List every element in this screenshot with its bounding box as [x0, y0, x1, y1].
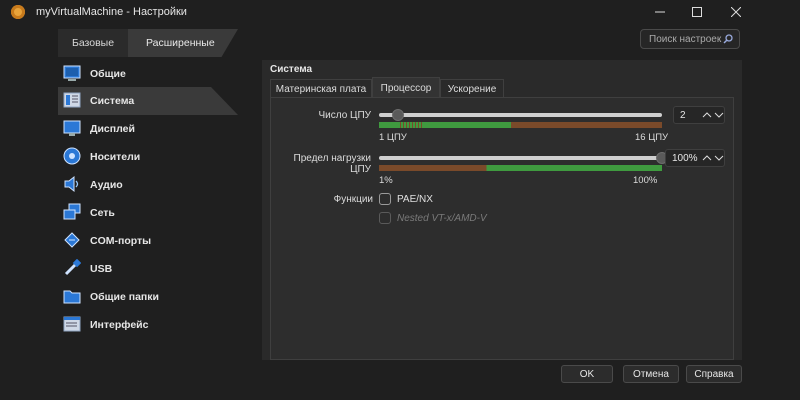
scale-tick [406, 122, 407, 128]
ok-button[interactable]: OK [561, 365, 613, 383]
chevron-down-icon[interactable] [714, 110, 724, 120]
scale-tick [400, 122, 401, 128]
features-label: Функции [333, 194, 373, 205]
scale-tick [391, 122, 392, 128]
cpu-count-slider-thumb[interactable] [391, 109, 404, 121]
execution-cap-slider-track[interactable] [379, 156, 662, 160]
cpu-max-label: 16 ЦПУ [635, 132, 669, 143]
interface-icon [63, 316, 81, 332]
cpu-count-scale [379, 122, 662, 128]
cancel-button[interactable]: Отмена [623, 365, 679, 383]
cpu-count-slider-track[interactable] [379, 113, 662, 117]
sidebar-item-label: Система [90, 95, 135, 107]
tab-acceleration[interactable]: Ускорение [440, 79, 504, 98]
pae-nx-label[interactable]: PAE/NX [397, 194, 433, 205]
pae-nx-checkbox[interactable] [379, 193, 391, 205]
cpu-count-label: Число ЦПУ [318, 110, 371, 121]
cap-max-label: 100% [633, 175, 658, 186]
execution-cap-label: Предел нагрузки ЦПУ [293, 153, 372, 175]
general-icon [63, 65, 81, 81]
search-icon [723, 34, 733, 44]
sidebar-item-label: Носители [90, 151, 141, 163]
scale-tick [385, 122, 386, 128]
scale-tick [397, 122, 398, 128]
maximize-button[interactable] [677, 0, 717, 24]
nested-vtx-label[interactable]: Nested VT-x/AMD-V [397, 213, 487, 224]
cap-min-label: 1% [379, 175, 393, 186]
nested-vtx-checkbox[interactable] [379, 212, 391, 224]
execution-cap-scale [379, 165, 662, 171]
sidebar-item-display[interactable]: Дисплей [58, 115, 238, 143]
sidebar-item-label: Аудио [90, 179, 123, 191]
sidebar-item-label: Дисплей [90, 123, 135, 135]
sidebar-item-audio[interactable]: Аудио [58, 171, 238, 199]
sidebar-item-label: COM-порты [90, 235, 152, 247]
close-icon [731, 7, 741, 17]
window-title: myVirtualMachine - Настройки [36, 6, 187, 18]
minimize-button[interactable] [640, 0, 680, 24]
sidebar-item-serial-ports[interactable]: COM-порты [58, 227, 238, 255]
usb-icon [64, 259, 81, 276]
tab-motherboard[interactable]: Материнская плата [270, 79, 372, 98]
sidebar-item-label: USB [90, 263, 113, 275]
search-input[interactable]: Поиск настроек [640, 29, 740, 49]
tab-processor[interactable]: Процессор [372, 77, 440, 98]
cpu-count-value: 2 [680, 109, 686, 121]
close-button[interactable] [716, 0, 756, 24]
sidebar-item-label: Общие папки [90, 291, 159, 303]
serial-port-icon [64, 232, 80, 248]
shared-folder-icon [63, 290, 81, 304]
execution-cap-value: 100% [672, 152, 698, 164]
scale-tick [409, 122, 410, 128]
cpu-min-label: 1 ЦПУ [379, 132, 407, 143]
sidebar-item-general[interactable]: Общие [58, 60, 238, 88]
search-placeholder: Поиск настроек [649, 33, 722, 45]
chevron-up-icon[interactable] [702, 110, 712, 120]
settings-panel: Система Материнская плата Процессор Уско… [262, 60, 742, 360]
mode-tabs: Базовые Расширенные [58, 29, 238, 57]
sidebar-item-system[interactable]: Система [58, 87, 238, 115]
cpu-count-spinbox[interactable]: 2 [673, 106, 725, 124]
display-icon [63, 120, 81, 136]
chevron-down-icon[interactable] [714, 153, 724, 163]
sidebar-item-shared-folders[interactable]: Общие папки [58, 283, 238, 311]
chevron-up-icon[interactable] [702, 153, 712, 163]
virtualbox-app-icon [11, 5, 25, 19]
sidebar-item-storage[interactable]: Носители [58, 143, 238, 171]
section-title: Система [270, 64, 313, 75]
sidebar-item-label: Общие [90, 68, 126, 80]
sidebar: Общие Система Дисплей Носители Аудио Сет… [58, 60, 238, 350]
help-button[interactable]: Справка [686, 365, 742, 383]
sidebar-item-label: Сеть [90, 207, 115, 219]
scale-tick [382, 122, 383, 128]
sidebar-item-interface[interactable]: Интерфейс [58, 311, 238, 339]
maximize-icon [692, 7, 702, 17]
scale-tick [403, 122, 404, 128]
tab-advanced[interactable]: Расширенные [128, 29, 238, 57]
scale-tick [379, 122, 380, 128]
scale-tick [415, 122, 416, 128]
sidebar-item-usb[interactable]: USB [58, 255, 238, 283]
storage-icon [63, 147, 81, 165]
minimize-icon [655, 11, 665, 13]
scale-tick [394, 122, 395, 128]
scale-tick [421, 122, 422, 128]
sidebar-item-label: Интерфейс [90, 319, 149, 331]
system-icon [63, 92, 81, 108]
audio-icon [64, 175, 79, 193]
scale-tick [418, 122, 419, 128]
scale-tick [388, 122, 389, 128]
execution-cap-spinbox[interactable]: 100% [665, 149, 725, 167]
network-icon [63, 203, 81, 220]
tab-basic[interactable]: Базовые [58, 29, 128, 57]
sidebar-item-network[interactable]: Сеть [58, 199, 238, 227]
title-bar: myVirtualMachine - Настройки [0, 0, 800, 24]
scale-tick [412, 122, 413, 128]
processor-tab-content: Число ЦПУ 1 ЦПУ 16 ЦПУ 2 Предел нагрузки… [270, 97, 734, 360]
